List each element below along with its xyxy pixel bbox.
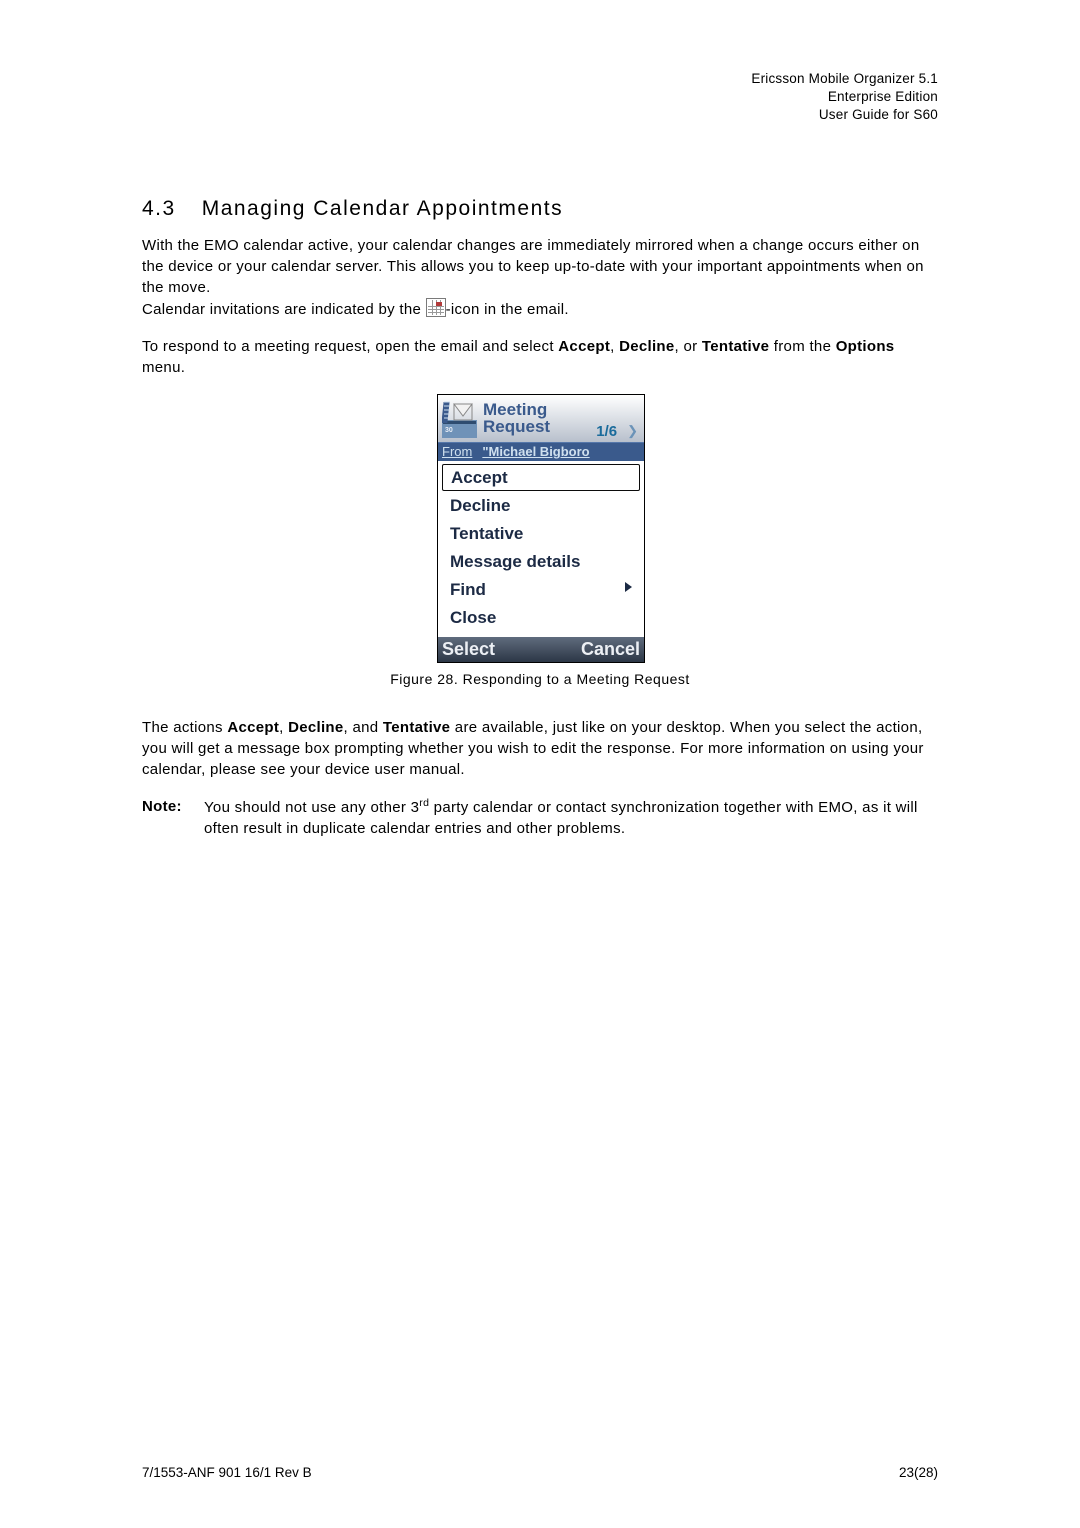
keyword-decline: Decline xyxy=(288,719,343,736)
keyword-decline: Decline xyxy=(619,338,674,355)
menu-item-label: Close xyxy=(450,608,496,627)
page-footer: 7/1553-ANF 901 16/1 Rev B 23(28) xyxy=(142,1465,938,1480)
menu-item-label: Message details xyxy=(450,552,580,571)
note-body: You should not use any other 3rd party c… xyxy=(204,796,938,839)
menu-item-label: Decline xyxy=(450,496,510,515)
softkey-cancel[interactable]: Cancel xyxy=(581,639,640,660)
header-line: User Guide for S60 xyxy=(142,106,938,124)
paragraph: The actions Accept, Decline, and Tentati… xyxy=(142,717,938,780)
phone-title-text: Meeting Request xyxy=(483,401,550,435)
note: Note: You should not use any other 3rd p… xyxy=(142,796,938,839)
menu-item-decline[interactable]: Decline xyxy=(440,492,642,520)
phone-softkey-bar: Select Cancel xyxy=(438,637,644,662)
text: With the EMO calendar active, your calen… xyxy=(142,237,924,296)
text: , xyxy=(279,719,288,736)
phone-titlebar: 30 Meeting Request 1/6 ❯ xyxy=(438,395,644,442)
counter-text: 1/6 xyxy=(596,423,617,440)
menu-item-label: Accept xyxy=(451,468,508,487)
keyword-tentative: Tentative xyxy=(702,338,769,355)
header-line: Ericsson Mobile Organizer 5.1 xyxy=(142,70,938,88)
section-number: 4.3 xyxy=(142,197,176,220)
submenu-arrow-icon xyxy=(625,582,632,592)
menu-item-label: Tentative xyxy=(450,524,523,543)
keyword-accept: Accept xyxy=(558,338,610,355)
section-title: Managing Calendar Appointments xyxy=(202,197,563,220)
phone-from-row: From "Michael Bigboro xyxy=(438,442,644,461)
keyword-accept: Accept xyxy=(227,719,279,736)
meeting-request-icon: 30 xyxy=(442,398,477,438)
text: from the xyxy=(769,338,835,355)
paragraph: To respond to a meeting request, open th… xyxy=(142,336,938,378)
calendar-invite-icon xyxy=(426,298,446,317)
text: To respond to a meeting request, open th… xyxy=(142,338,558,355)
text: menu. xyxy=(142,359,185,376)
text: Request xyxy=(483,418,550,435)
phone-counter: 1/6 ❯ xyxy=(596,423,638,440)
text: You should not use any other 3 xyxy=(204,799,419,816)
keyword-tentative: Tentative xyxy=(383,719,450,736)
text: Meeting xyxy=(483,401,550,418)
keyword-options: Options xyxy=(836,338,895,355)
from-label: From xyxy=(442,444,472,459)
softkey-select[interactable]: Select xyxy=(442,639,495,660)
menu-item-close[interactable]: Close xyxy=(440,604,642,632)
note-label: Note: xyxy=(142,796,204,839)
svg-text:30: 30 xyxy=(445,427,453,434)
menu-item-tentative[interactable]: Tentative xyxy=(440,520,642,548)
menu-item-find[interactable]: Find xyxy=(440,576,642,604)
chevron-right-icon: ❯ xyxy=(627,423,638,439)
text: The actions xyxy=(142,719,227,736)
menu-item-message-details[interactable]: Message details xyxy=(440,548,642,576)
text: , or xyxy=(675,338,702,355)
text: , and xyxy=(344,719,383,736)
menu-item-accept[interactable]: Accept xyxy=(442,464,640,492)
from-value: "Michael Bigboro xyxy=(482,444,640,459)
footer-doc-id: 7/1553-ANF 901 16/1 Rev B xyxy=(142,1465,312,1480)
text-sup: rd xyxy=(419,797,429,809)
figure-caption: Figure 28. Responding to a Meeting Reque… xyxy=(142,671,938,687)
header-line: Enterprise Edition xyxy=(142,88,938,106)
footer-page-number: 23(28) xyxy=(899,1465,938,1480)
phone-screenshot: 30 Meeting Request 1/6 ❯ From xyxy=(437,394,643,664)
section-heading: 4.3 Managing Calendar Appointments xyxy=(142,197,938,221)
text: -icon in the email. xyxy=(446,301,569,318)
phone-menu: Accept Decline Tentative Message details… xyxy=(438,461,644,638)
document-header: Ericsson Mobile Organizer 5.1 Enterprise… xyxy=(142,70,938,125)
paragraph: With the EMO calendar active, your calen… xyxy=(142,235,938,320)
menu-item-label: Find xyxy=(450,580,486,599)
text: Calendar invitations are indicated by th… xyxy=(142,301,426,318)
text: , xyxy=(610,338,619,355)
